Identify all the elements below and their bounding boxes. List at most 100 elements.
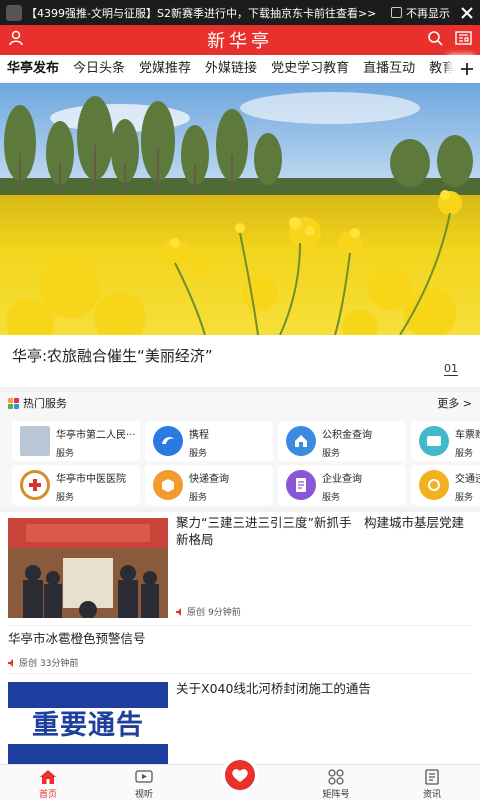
house-icon — [286, 426, 316, 456]
company-icon — [286, 470, 316, 500]
meeting-photo — [8, 518, 168, 618]
services-title: 热门服务 — [23, 397, 67, 410]
services-grid: 华亭市第二人民··· 服务 携程 服务 公积金查询 服务 车票 服务 华亭市中医… — [12, 421, 480, 505]
news-meta: 原创 33分钟前 — [8, 656, 78, 669]
service-tag: 服务 — [56, 493, 75, 503]
plus-icon — [461, 63, 473, 75]
epaper-button[interactable] — [455, 30, 472, 50]
news-thumbnail: 重要通告 — [8, 682, 168, 764]
service-tag: 服务 — [455, 449, 474, 459]
dont-show-again-toggle[interactable]: 不再显示 — [391, 5, 450, 21]
service-name: 车票购 — [455, 430, 480, 441]
home-icon — [18, 767, 78, 787]
nav-label: 首页 — [38, 790, 57, 800]
hot-services-section: 热门服务 更多 > 华亭市第二人民··· 服务 携程 服务 公积金查询 服务 车… — [0, 392, 480, 508]
services-header: 热门服务 更多 > — [0, 392, 480, 414]
nav-label: 资讯 — [422, 790, 441, 800]
service-name: 快递查询 — [189, 474, 229, 485]
service-card-company[interactable]: 企业查询 服务 — [278, 465, 406, 505]
ctrip-icon — [153, 426, 183, 456]
hero-caption[interactable]: 华亭:农旅融合催生“美丽经济” — [12, 345, 213, 366]
tab-party-history[interactable]: 党史学习教育 — [264, 55, 356, 83]
service-card-express[interactable]: 快递查询 服务 — [145, 465, 273, 505]
video-icon — [114, 767, 174, 787]
service-tag: 服务 — [322, 449, 341, 459]
profile-button[interactable] — [8, 30, 24, 50]
news-thumbnail — [8, 518, 168, 618]
nav-matrix[interactable]: 矩阵号 — [306, 767, 366, 800]
services-scroll-area[interactable]: 热门服务 更多 > 华亭市第二人民··· 服务 携程 服务 公积金查询 服务 车… — [0, 392, 480, 508]
rapeseed-field-image — [0, 83, 480, 335]
nav-label: 视听 — [134, 790, 153, 800]
app-icon — [6, 4, 22, 21]
hero-carousel-image[interactable] — [0, 83, 480, 335]
tab-huating-release[interactable]: 华亭发布 — [0, 55, 66, 83]
news-source: 原创 — [187, 608, 206, 618]
hospital-photo-icon — [20, 426, 50, 456]
news-item[interactable]: 华亭市冰雹橙色预警信号 原创 33分钟前 — [0, 626, 480, 674]
service-card-second-hospital[interactable]: 华亭市第二人民··· 服务 — [12, 421, 140, 461]
speaker-icon — [176, 607, 181, 616]
nav-home[interactable]: 首页 — [18, 767, 78, 800]
user-icon — [9, 30, 23, 46]
heart-icon — [232, 769, 248, 782]
service-name: 携程 — [189, 430, 209, 441]
service-card-housing-fund[interactable]: 公积金查询 服务 — [278, 421, 406, 461]
service-name: 企业查询 — [322, 474, 362, 485]
news-headline[interactable]: 聚力“三建三进三引三度”新抓手 构建城市基层党建新格局 — [176, 514, 472, 548]
service-name: 华亭市中医医院 — [56, 474, 126, 485]
newspaper-icon — [455, 31, 472, 45]
tab-live[interactable]: 直播互动 — [356, 55, 422, 83]
channel-tabs: 华亭发布 今日头条 党媒推荐 外媒链接 党史学习教育 直播互动 教育在线 — [0, 55, 480, 83]
news-headline[interactable]: 关于X040线北河桥封闭施工的通告 — [176, 678, 371, 697]
notification-text[interactable]: 【4399强推-文明与征服】S2新赛季进行中，下载抽京东卡前往查看>> — [26, 5, 391, 21]
news-source: 原创 — [19, 659, 38, 669]
service-tag: 服务 — [189, 493, 208, 503]
news-headline[interactable]: 华亭市冰雹橙色预警信号 — [8, 628, 146, 647]
dont-show-again-label: 不再显示 — [406, 6, 450, 20]
matrix-icon — [306, 767, 366, 787]
app-header: 新华亭 — [0, 25, 480, 55]
service-tag: 服务 — [56, 449, 75, 459]
news-item[interactable]: 聚力“三建三进三引三度”新抓手 构建城市基层党建新格局 原创 9分钟前 — [0, 512, 480, 626]
nav-video[interactable]: 视听 — [114, 767, 174, 800]
document-icon — [402, 767, 462, 787]
service-card-ticket[interactable]: 车票购 服务 — [411, 421, 480, 461]
news-time: 9分钟前 — [208, 608, 241, 618]
services-grid-icon — [8, 397, 19, 409]
service-tag: 服务 — [189, 449, 208, 459]
search-button[interactable] — [427, 30, 443, 50]
services-title-group: 热门服务 — [8, 395, 67, 411]
hero-caption-bar[interactable]: 华亭:农旅融合催生“美丽经济” 01 — [0, 335, 480, 387]
service-card-tcm-hospital[interactable]: 华亭市中医医院 服务 — [12, 465, 140, 505]
speaker-icon — [8, 658, 13, 667]
nav-label: 矩阵号 — [322, 790, 350, 800]
service-name: 华亭市第二人民··· — [56, 430, 136, 441]
news-meta: 原创 9分钟前 — [176, 605, 241, 618]
service-name: 公积金查询 — [322, 430, 372, 441]
service-card-ctrip[interactable]: 携程 服务 — [145, 421, 273, 461]
bottom-navigation: 首页 视听 矩阵号 资讯 — [0, 757, 480, 800]
thumbnail-text: 重要通告 — [8, 708, 168, 744]
service-tag: 服务 — [455, 493, 474, 503]
box-icon — [153, 470, 183, 500]
tab-external-media[interactable]: 外媒链接 — [198, 55, 264, 83]
carousel-page-indicator: 01 — [444, 362, 458, 376]
add-channel-button[interactable] — [454, 55, 480, 83]
service-card-traffic[interactable]: 交通违 服务 — [411, 465, 480, 505]
nav-center-heart-button[interactable] — [222, 757, 258, 793]
traffic-icon — [419, 470, 449, 500]
ad-notification-banner[interactable]: 【4399强推-文明与征服】S2新赛季进行中，下载抽京东卡前往查看>> 不再显示 — [0, 0, 480, 25]
tab-party-media[interactable]: 党媒推荐 — [132, 55, 198, 83]
close-notification-button[interactable] — [456, 2, 478, 24]
tab-headlines[interactable]: 今日头条 — [66, 55, 132, 83]
close-icon — [461, 6, 473, 19]
news-time: 33分钟前 — [40, 659, 79, 669]
nav-info[interactable]: 资讯 — [402, 767, 462, 800]
app-title: 新华亭 — [207, 31, 273, 52]
ticket-icon — [419, 426, 449, 456]
checkbox-icon — [391, 7, 402, 18]
more-services-link[interactable]: 更多 > — [437, 395, 472, 411]
hospital-logo-icon — [20, 470, 50, 500]
news-item[interactable]: 重要通告 关于X040线北河桥封闭施工的通告 — [0, 674, 480, 764]
